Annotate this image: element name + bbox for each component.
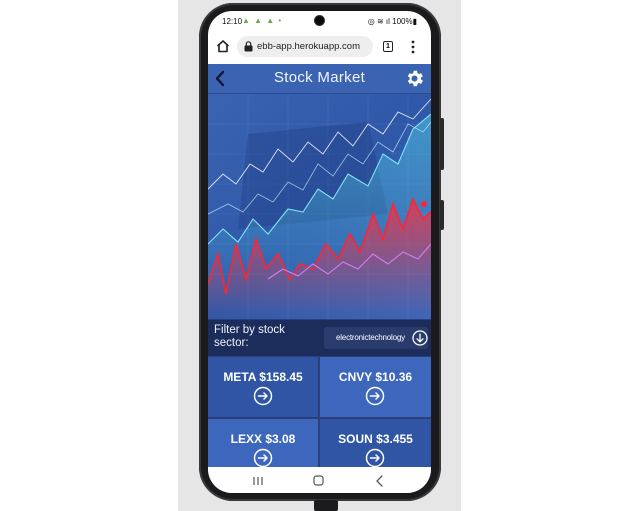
notification-icons: ▲ ▲ ▲ • — [242, 16, 283, 25]
status-time: 12:10 — [222, 17, 243, 26]
address-bar[interactable]: ebb-app.herokuapp.com — [237, 36, 373, 57]
front-camera — [315, 16, 324, 25]
arrow-right-circle-icon[interactable] — [253, 386, 273, 406]
phone-screen: 12:10 ▲ ▲ ▲ • ◎ ≋ ıl 100%▮ ebb-app.herok… — [208, 11, 431, 493]
filter-label: Filter by stock sector: — [214, 324, 285, 349]
stock-label: META $158.45 — [223, 370, 303, 384]
status-bar: 12:10 ▲ ▲ ▲ • ◎ ≋ ıl 100%▮ — [208, 11, 431, 31]
selected-sector: electronictechnology — [336, 333, 405, 342]
browser-toolbar: ebb-app.herokuapp.com 1 — [208, 31, 431, 64]
stock-label: SOUN $3.455 — [338, 432, 413, 446]
app-header: Stock Market — [208, 64, 431, 94]
volume-button — [440, 118, 444, 170]
home-icon[interactable] — [216, 39, 230, 53]
status-icons: ◎ ≋ ıl 100%▮ — [367, 17, 417, 26]
stock-chart-hero-image — [208, 94, 431, 319]
android-nav-bar — [208, 467, 431, 493]
stock-label: CNVY $10.36 — [338, 370, 413, 384]
arrow-down-circle-icon[interactable] — [412, 330, 428, 346]
home-button-icon[interactable] — [313, 475, 324, 486]
stock-card-meta[interactable]: META $158.45 — [208, 357, 318, 417]
sector-filter-bar: Filter by stock sector: electronictechno… — [208, 320, 431, 356]
charging-cable — [314, 500, 338, 511]
power-button — [440, 200, 444, 230]
recent-apps-icon[interactable] — [252, 476, 264, 486]
arrow-right-circle-icon[interactable] — [365, 448, 385, 468]
more-menu-icon[interactable] — [411, 40, 415, 54]
sector-dropdown[interactable]: electronictechnology — [324, 327, 428, 349]
stock-card-cnvy[interactable]: CNVY $10.36 — [320, 357, 431, 417]
page-title: Stock Market — [273, 69, 366, 86]
url-text: ebb-app.herokuapp.com — [257, 41, 360, 52]
app-container: Stock Market Filter by stock sector: ele… — [208, 64, 431, 477]
stock-grid: META $158.45 CNVY $10.36 LEXX $3.08 SOUN… — [208, 357, 431, 477]
lock-icon — [244, 41, 253, 52]
arrow-right-circle-icon[interactable] — [365, 386, 385, 406]
gear-icon[interactable] — [404, 68, 425, 89]
arrow-right-circle-icon[interactable] — [253, 448, 273, 468]
back-button-icon[interactable] — [375, 475, 385, 487]
tab-switcher-button[interactable]: 1 — [383, 41, 393, 52]
stock-label: LEXX $3.08 — [230, 432, 296, 446]
